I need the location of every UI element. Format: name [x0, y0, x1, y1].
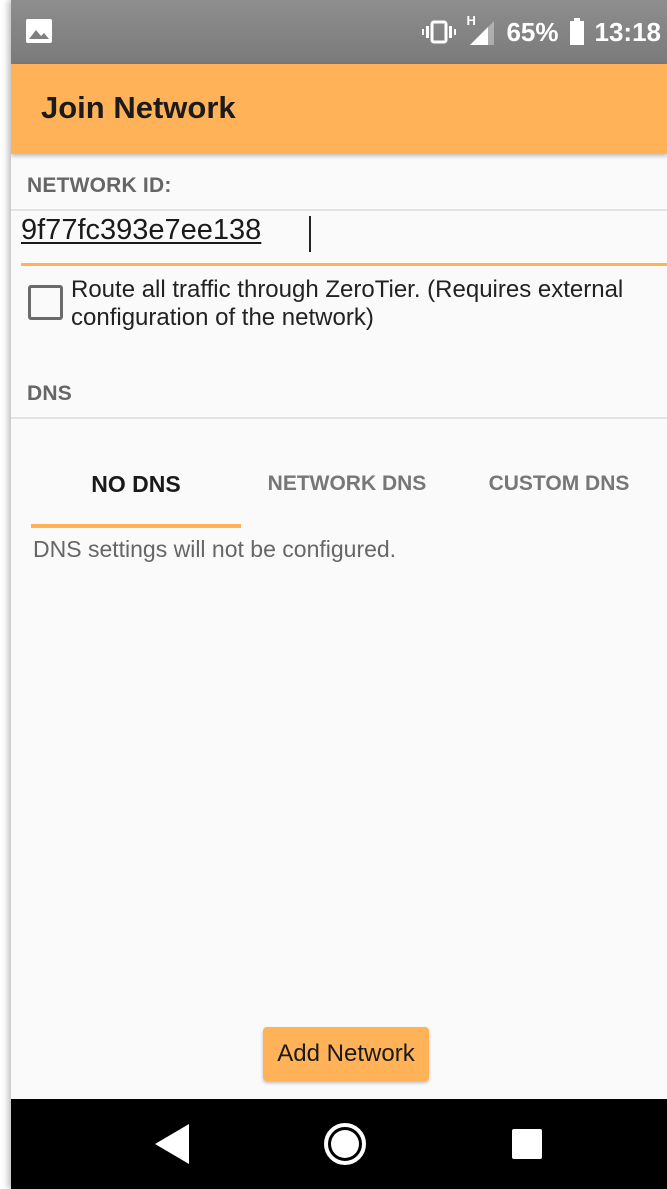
home-button[interactable]	[295, 1099, 395, 1189]
back-icon	[155, 1124, 189, 1164]
network-id-header: NETWORK ID:	[27, 174, 172, 197]
dns-tabs: NO DNS NETWORK DNS CUSTOM DNS	[31, 440, 667, 530]
home-icon	[324, 1123, 366, 1165]
status-bar: H 65% 13:18	[11, 0, 667, 64]
battery-icon	[569, 18, 584, 45]
signal-indicator: H	[466, 13, 496, 47]
signal-icon	[470, 21, 495, 45]
divider	[11, 417, 667, 419]
battery-percent: 65%	[506, 16, 559, 47]
tab-no-dns[interactable]: NO DNS	[31, 440, 241, 528]
text-cursor	[309, 216, 311, 252]
dns-header: DNS	[27, 382, 72, 405]
vibrate-icon	[422, 20, 457, 44]
back-button[interactable]	[123, 1099, 223, 1189]
network-id-input[interactable]: 9f77fc393e7ee138	[21, 206, 667, 266]
page-title: Join Network	[41, 90, 236, 125]
clock: 13:18	[594, 16, 662, 47]
image-icon	[26, 19, 52, 43]
tab-custom-dns[interactable]: CUSTOM DNS	[453, 440, 665, 528]
phone-screen: H 65% 13:18 Join Network NETWORK ID: 9f7…	[11, 0, 667, 1189]
dns-description: DNS settings will not be configured.	[33, 536, 397, 562]
tab-indicator	[31, 524, 241, 528]
input-underline	[21, 263, 667, 266]
add-network-button[interactable]: Add Network	[263, 1027, 429, 1081]
navigation-bar	[11, 1099, 667, 1189]
network-id-value: 9f77fc393e7ee138	[21, 214, 262, 246]
route-all-label[interactable]: Route all traffic through ZeroTier. (Req…	[71, 276, 667, 332]
route-all-checkbox[interactable]	[28, 285, 63, 320]
recents-icon	[512, 1129, 542, 1159]
tab-network-dns[interactable]: NETWORK DNS	[241, 440, 453, 528]
app-bar: Join Network	[11, 64, 667, 154]
recents-button[interactable]	[477, 1099, 577, 1189]
